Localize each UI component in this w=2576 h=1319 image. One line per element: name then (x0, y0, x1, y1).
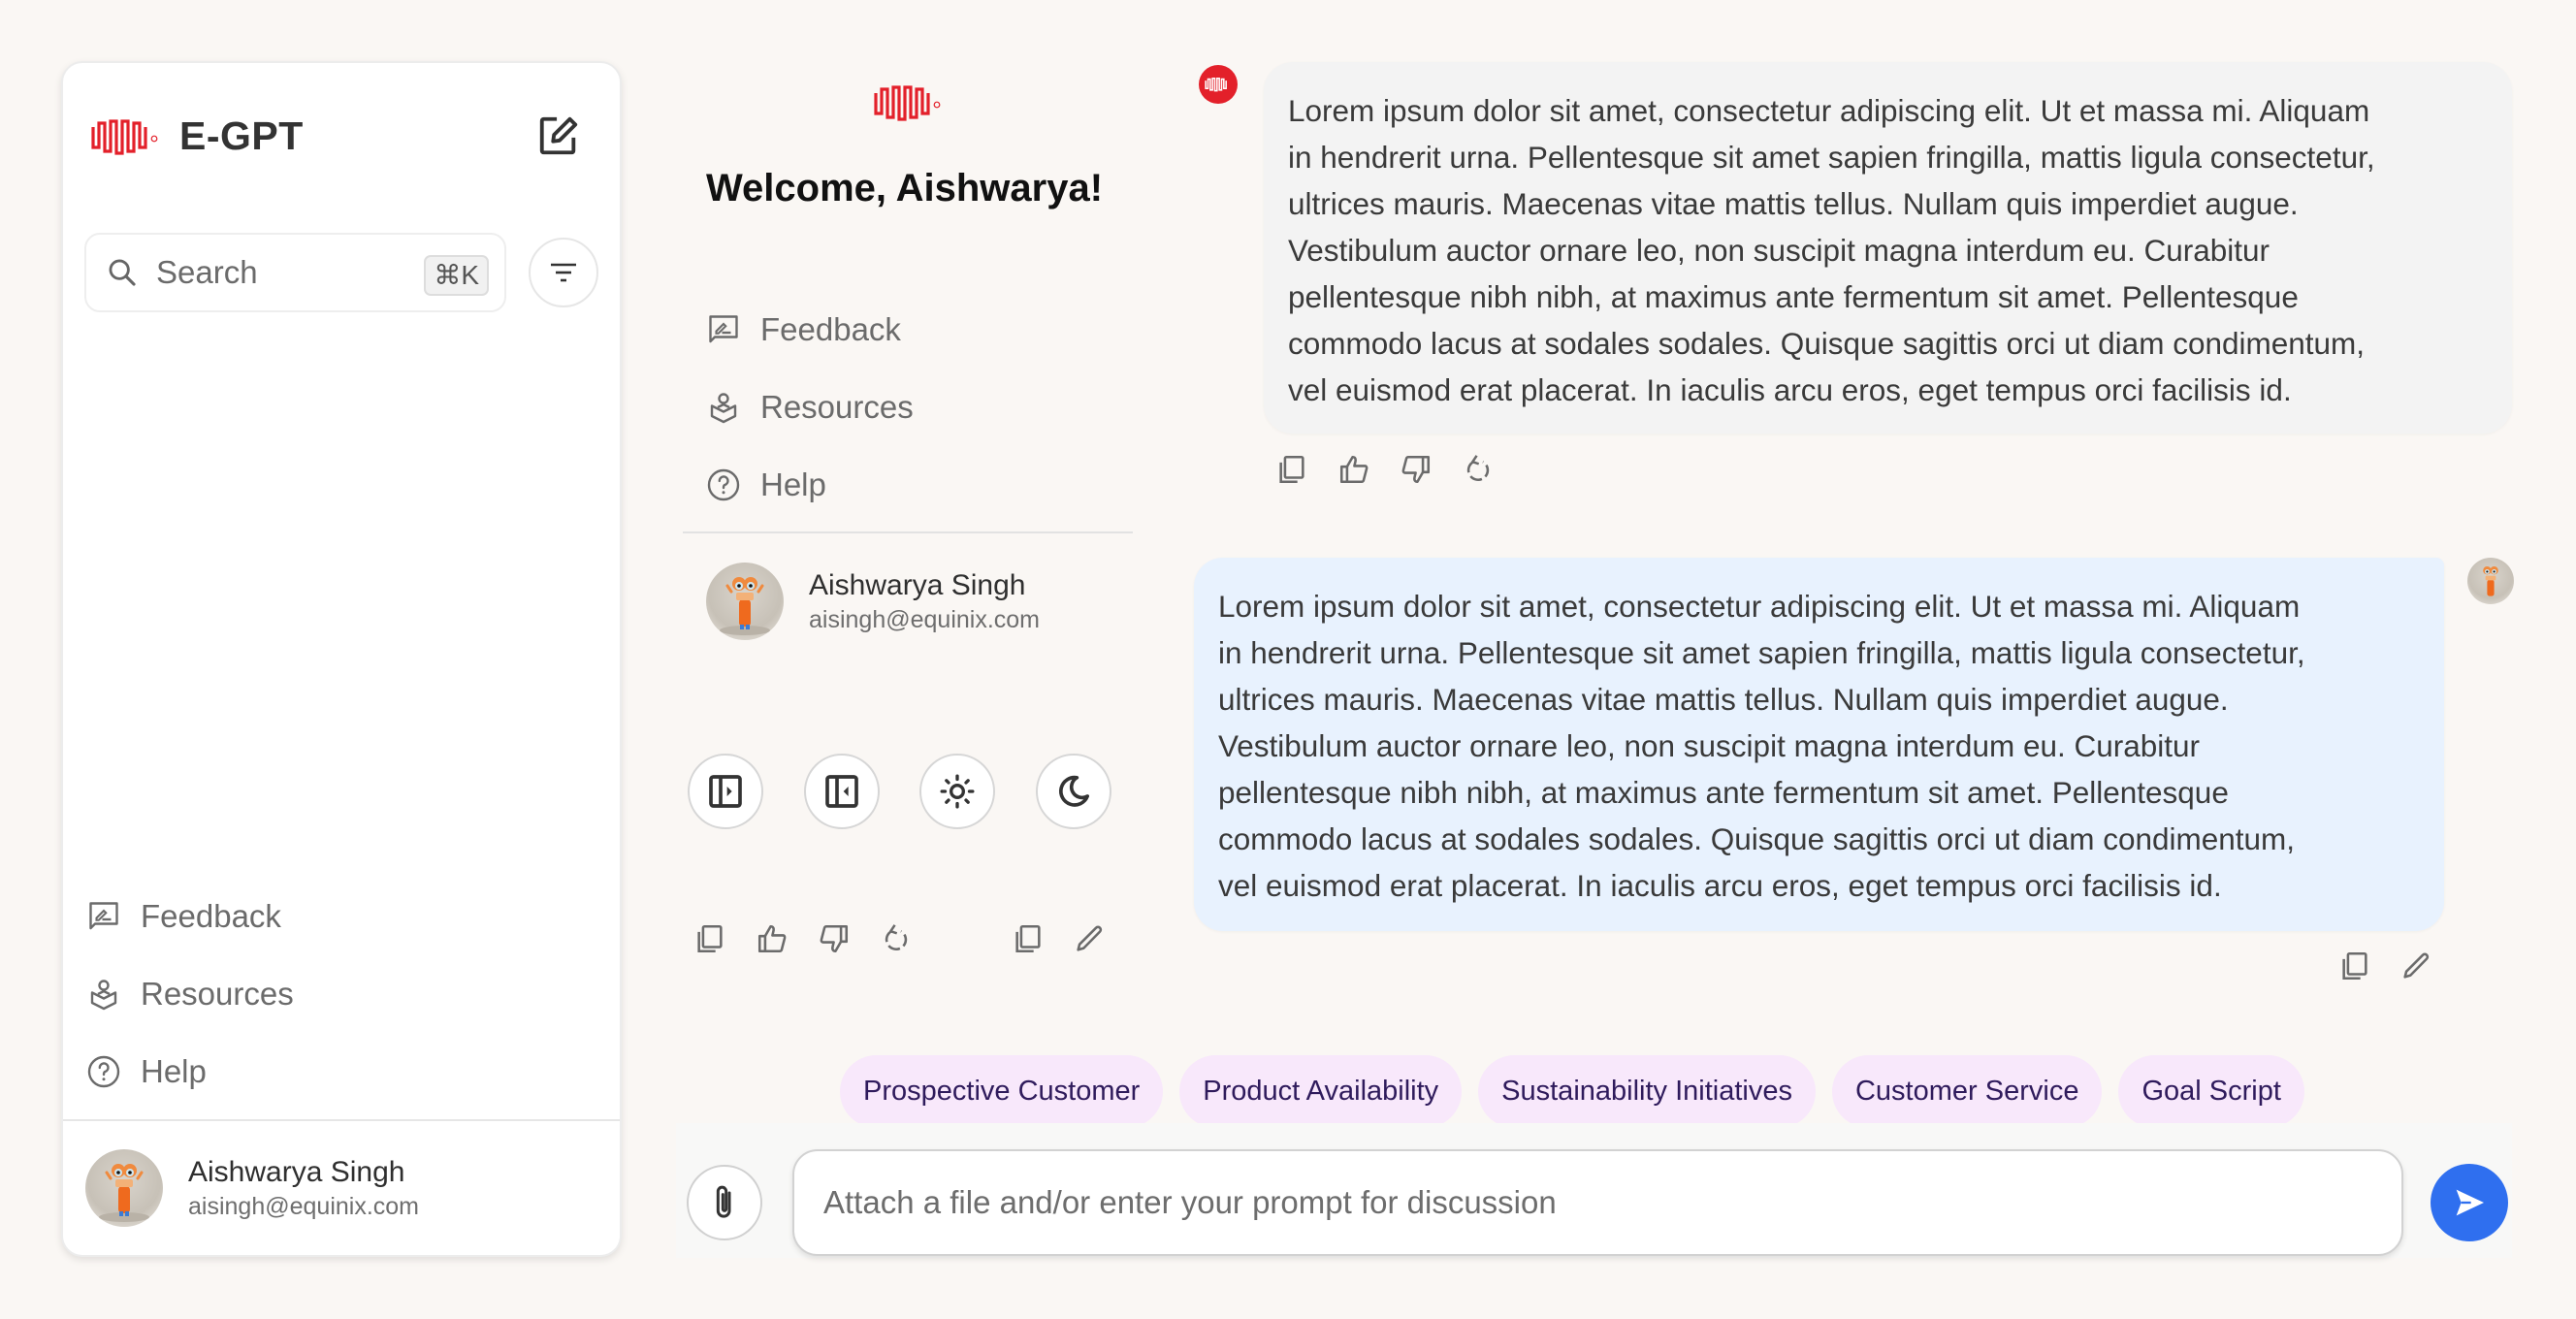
edit-pencil-icon[interactable] (1073, 922, 1106, 955)
sidebar-item-label: Feedback (141, 898, 281, 934)
edit-pencil-icon[interactable] (2399, 949, 2432, 982)
search-input[interactable] (156, 254, 399, 291)
send-button[interactable] (2431, 1164, 2508, 1241)
help-icon (86, 1054, 121, 1089)
user-name: Aishwarya Singh (809, 569, 1026, 601)
user-email: aisingh@equinix.com (188, 1193, 420, 1220)
user-avatar (2467, 558, 2514, 604)
search-shortcut-badge: ⌘K (424, 255, 489, 296)
message-line: Vestibulum auctor ornare leo, non suscip… (1288, 233, 2270, 268)
collapse-sidebar-button[interactable] (804, 754, 880, 829)
sidebar: E-GPT ⌘K Feedback Resources Help (61, 61, 622, 1257)
sun-icon (940, 774, 975, 809)
resources-icon (86, 977, 121, 1012)
copy-icon[interactable] (1275, 453, 1308, 486)
message-line: pellentesque nibh nibh, at maximus ante … (1218, 775, 2229, 810)
attach-file-button[interactable] (687, 1165, 762, 1240)
search-icon (109, 259, 136, 286)
avatar-character-icon (99, 1164, 149, 1222)
user-email: aisingh@equinix.com (809, 606, 1041, 633)
suggestion-chip[interactable]: Product Availability (1179, 1055, 1463, 1128)
suggestion-chip[interactable]: Sustainability Initiatives (1478, 1055, 1816, 1128)
light-mode-button[interactable] (919, 754, 995, 829)
prompt-input[interactable] (794, 1184, 2401, 1221)
sidebar-item-help[interactable]: Help (86, 1043, 207, 1101)
message-line: Lorem ipsum dolor sit amet, consectetur … (1218, 589, 2301, 624)
message-line: vel euismod erat placerat. In iaculis ar… (1288, 372, 2292, 407)
app-title: E-GPT (179, 113, 304, 158)
sidebar-item-resources[interactable]: Resources (86, 965, 294, 1023)
assistant-message: Lorem ipsum dolor sit amet, consectetur … (1264, 62, 2512, 434)
resources-icon (706, 390, 741, 425)
filter-button[interactable] (529, 238, 598, 307)
copy-icon[interactable] (2338, 949, 2371, 982)
prompt-field[interactable] (792, 1149, 2403, 1256)
message-line: vel euismod erat placerat. In iaculis ar… (1218, 868, 2222, 903)
message-line: commodo lacus at sodales sodales. Quisqu… (1218, 821, 2296, 856)
panel-divider (683, 531, 1133, 533)
panel-item-help[interactable]: Help (706, 456, 826, 514)
message-line: Vestibulum auctor ornare leo, non suscip… (1218, 728, 2201, 763)
sidebar-collapse-icon (825, 775, 858, 808)
equinix-logo-icon (1205, 78, 1227, 92)
copy-icon[interactable] (693, 922, 726, 955)
thumbs-down-icon[interactable] (818, 922, 851, 955)
user-name: Aishwarya Singh (188, 1156, 405, 1188)
message-line: Lorem ipsum dolor sit amet, consectetur … (1288, 93, 2370, 128)
welcome-heading: Welcome, Aishwarya! (706, 167, 1104, 209)
panel-item-label: Help (760, 466, 826, 502)
sidebar-expand-icon (709, 775, 742, 808)
avatar-character-icon (2483, 566, 2498, 596)
suggestion-chip[interactable]: Customer Service (1831, 1055, 2103, 1128)
equinix-logo-icon (90, 116, 160, 157)
suggestion-chip[interactable]: Prospective Customer (840, 1055, 1164, 1128)
moon-icon (1058, 775, 1089, 807)
regenerate-icon[interactable] (880, 922, 913, 955)
suggestion-chip[interactable]: Goal Script (2118, 1055, 2304, 1128)
new-chat-edit-icon[interactable] (536, 113, 581, 158)
panel-user-profile[interactable]: Aishwarya Singh aisingh@equinix.com (706, 563, 1040, 640)
help-icon (706, 467, 741, 502)
assistant-avatar (1199, 65, 1238, 104)
sidebar-divider (63, 1119, 620, 1121)
user-message: Lorem ipsum dolor sit amet, consectetur … (1194, 558, 2444, 931)
copy-icon[interactable] (1012, 922, 1045, 955)
equinix-logo-icon (873, 83, 943, 122)
thumbs-up-icon[interactable] (756, 922, 789, 955)
avatar (706, 563, 784, 640)
panel-item-feedback[interactable]: Feedback (706, 301, 901, 359)
regenerate-icon[interactable] (1462, 453, 1495, 486)
feedback-icon (86, 899, 121, 934)
panel-item-label: Feedback (760, 311, 901, 347)
avatar (85, 1149, 163, 1227)
sidebar-item-label: Resources (141, 976, 294, 1012)
filter-icon (551, 263, 576, 282)
paperclip-icon (716, 1185, 731, 1218)
message-line: commodo lacus at sodales sodales. Quisqu… (1288, 326, 2366, 361)
suggestion-chips: Prospective Customer Product Availabilit… (840, 1055, 2304, 1128)
avatar-character-icon (720, 577, 770, 635)
search-field[interactable]: ⌘K (84, 233, 506, 312)
message-line: ultrices mauris. Maecenas vitae mattis t… (1288, 186, 2299, 221)
sidebar-item-label: Help (141, 1053, 207, 1089)
thumbs-up-icon[interactable] (1337, 453, 1370, 486)
message-line: in hendrerit urna. Pellentesque sit amet… (1288, 140, 2375, 175)
feedback-icon (706, 312, 741, 347)
panel-item-resources[interactable]: Resources (706, 378, 914, 436)
sidebar-item-feedback[interactable]: Feedback (86, 887, 281, 946)
message-line: ultrices mauris. Maecenas vitae mattis t… (1218, 682, 2229, 717)
send-icon (2456, 1189, 2484, 1216)
dark-mode-button[interactable] (1036, 754, 1111, 829)
thumbs-down-icon[interactable] (1400, 453, 1433, 486)
message-line: pellentesque nibh nibh, at maximus ante … (1288, 279, 2299, 314)
panel-item-label: Resources (760, 389, 914, 425)
message-line: in hendrerit urna. Pellentesque sit amet… (1218, 635, 2305, 670)
sidebar-user-profile[interactable]: Aishwarya Singh aisingh@equinix.com (85, 1149, 419, 1227)
expand-sidebar-button[interactable] (688, 754, 763, 829)
